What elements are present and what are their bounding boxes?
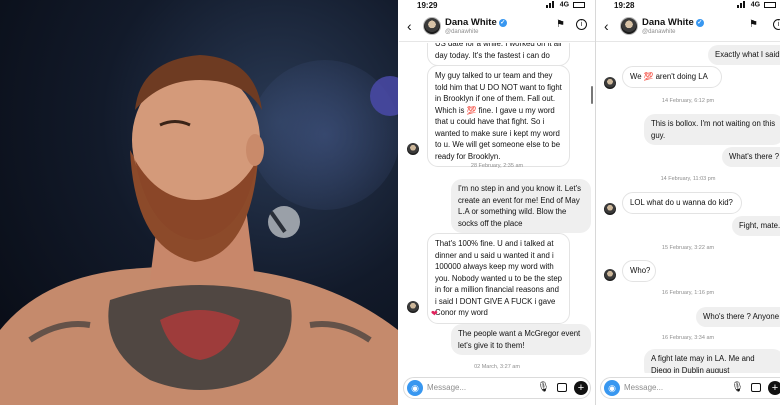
avatar: [407, 143, 419, 155]
message-list: US date for a while. I worked on it all …: [399, 43, 595, 373]
camera-icon[interactable]: ◉: [604, 380, 620, 396]
microphone-icon[interactable]: 🎙: [537, 382, 550, 393]
microphone-icon[interactable]: 🎙: [731, 382, 744, 393]
message-bubble: This is bollox. I'm not waiting on this …: [644, 114, 780, 145]
message-bubble: The people want a McGregor event let's g…: [451, 324, 591, 355]
message-bubble: Exactly what I said: [708, 45, 780, 65]
timestamp: 16 February, 3:34 am: [661, 335, 715, 341]
plus-icon[interactable]: +: [574, 381, 588, 395]
status-bar: 19:28 4G: [596, 0, 780, 12]
heart-reaction-icon: ❤: [431, 309, 438, 318]
back-chevron-icon[interactable]: ‹: [407, 18, 412, 34]
avatar[interactable]: [423, 17, 441, 35]
flag-icon[interactable]: ⚑: [556, 19, 565, 30]
message-composer[interactable]: ◉ Message... 🎙 +: [403, 377, 591, 399]
message-bubble: Fight, mate.: [732, 216, 780, 236]
timestamp: 28 February, 2:35 am: [470, 163, 524, 169]
conversation-header: ‹ Dana White ✓ @danawhite ⚑ i: [399, 12, 595, 42]
status-bar: 19:29 4G: [399, 0, 595, 12]
message-list: Exactly what I said We 💯 aren't doing LA…: [596, 43, 780, 373]
message-composer[interactable]: ◉ Message... 🎙 +: [600, 377, 780, 399]
message-bubble: What's there ?: [722, 147, 780, 167]
verified-badge-icon: ✓: [695, 19, 704, 27]
contact-name[interactable]: Dana White ✓: [445, 17, 507, 28]
conversation-header: ‹ Dana White ✓ @danawhite ⚑ i: [596, 12, 780, 42]
info-icon[interactable]: i: [576, 19, 587, 30]
message-bubble: LOL what do u wanna do kid?: [622, 192, 742, 214]
message-bubble: US date for a while. I worked on it all …: [427, 43, 570, 66]
timestamp: 14 February, 6:12 pm: [661, 98, 715, 104]
dm-screen-left: 19:29 4G ‹ Dana White ✓ @danawhite ⚑ i US…: [399, 0, 595, 405]
message-bubble: I'm no step in and you know it. Let's cr…: [451, 179, 591, 233]
signal-indicator: 4G: [736, 1, 776, 9]
message-bubble: Who's there ? Anyone: [696, 307, 780, 327]
message-bubble: We 💯 aren't doing LA: [622, 66, 722, 88]
timestamp: 14 February, 11:03 pm: [660, 176, 716, 182]
message-bubble: That's 100% fine. U and i talked at dinn…: [427, 233, 570, 324]
avatar: [407, 301, 419, 313]
avatar: [604, 77, 616, 89]
camera-icon[interactable]: ◉: [407, 380, 423, 396]
avatar: [604, 203, 616, 215]
avatar: [604, 269, 616, 281]
contact-handle: @danawhite: [445, 29, 479, 35]
message-bubble: Who?: [622, 260, 656, 282]
dm-screen-right: 19:28 4G ‹ Dana White ✓ @danawhite ⚑ i Ex…: [596, 0, 780, 405]
fighter-photo: [0, 0, 398, 405]
verified-badge-icon: ✓: [498, 19, 507, 27]
message-bubble: A fight late may in LA. Me and Diego in …: [644, 349, 780, 373]
status-time: 19:28: [614, 1, 635, 10]
plus-icon[interactable]: +: [768, 381, 780, 395]
message-bubble: My guy talked to ur team and they told h…: [427, 65, 570, 167]
info-icon[interactable]: i: [773, 19, 780, 30]
signal-indicator: 4G: [545, 1, 585, 9]
contact-handle: @danawhite: [642, 29, 676, 35]
flag-icon[interactable]: ⚑: [749, 19, 758, 30]
gallery-icon[interactable]: [557, 383, 567, 392]
timestamp: 02 March, 3:27 am: [474, 364, 520, 370]
timestamp: 16 February, 1:16 pm: [661, 290, 715, 296]
message-input[interactable]: Message...: [624, 383, 663, 392]
gallery-icon[interactable]: [751, 383, 761, 392]
back-chevron-icon[interactable]: ‹: [604, 18, 609, 34]
network-label: 4G: [559, 1, 570, 9]
status-time: 19:29: [417, 1, 438, 10]
message-input[interactable]: Message...: [427, 383, 466, 392]
network-label: 4G: [750, 1, 761, 9]
timestamp: 15 February, 3:22 am: [661, 245, 715, 251]
screenshot-composite: 19:29 4G ‹ Dana White ✓ @danawhite ⚑ i US…: [0, 0, 780, 405]
avatar[interactable]: [620, 17, 638, 35]
contact-name[interactable]: Dana White ✓: [642, 17, 704, 28]
fighter-illustration: [0, 55, 398, 405]
ufc-logo: [268, 206, 300, 238]
